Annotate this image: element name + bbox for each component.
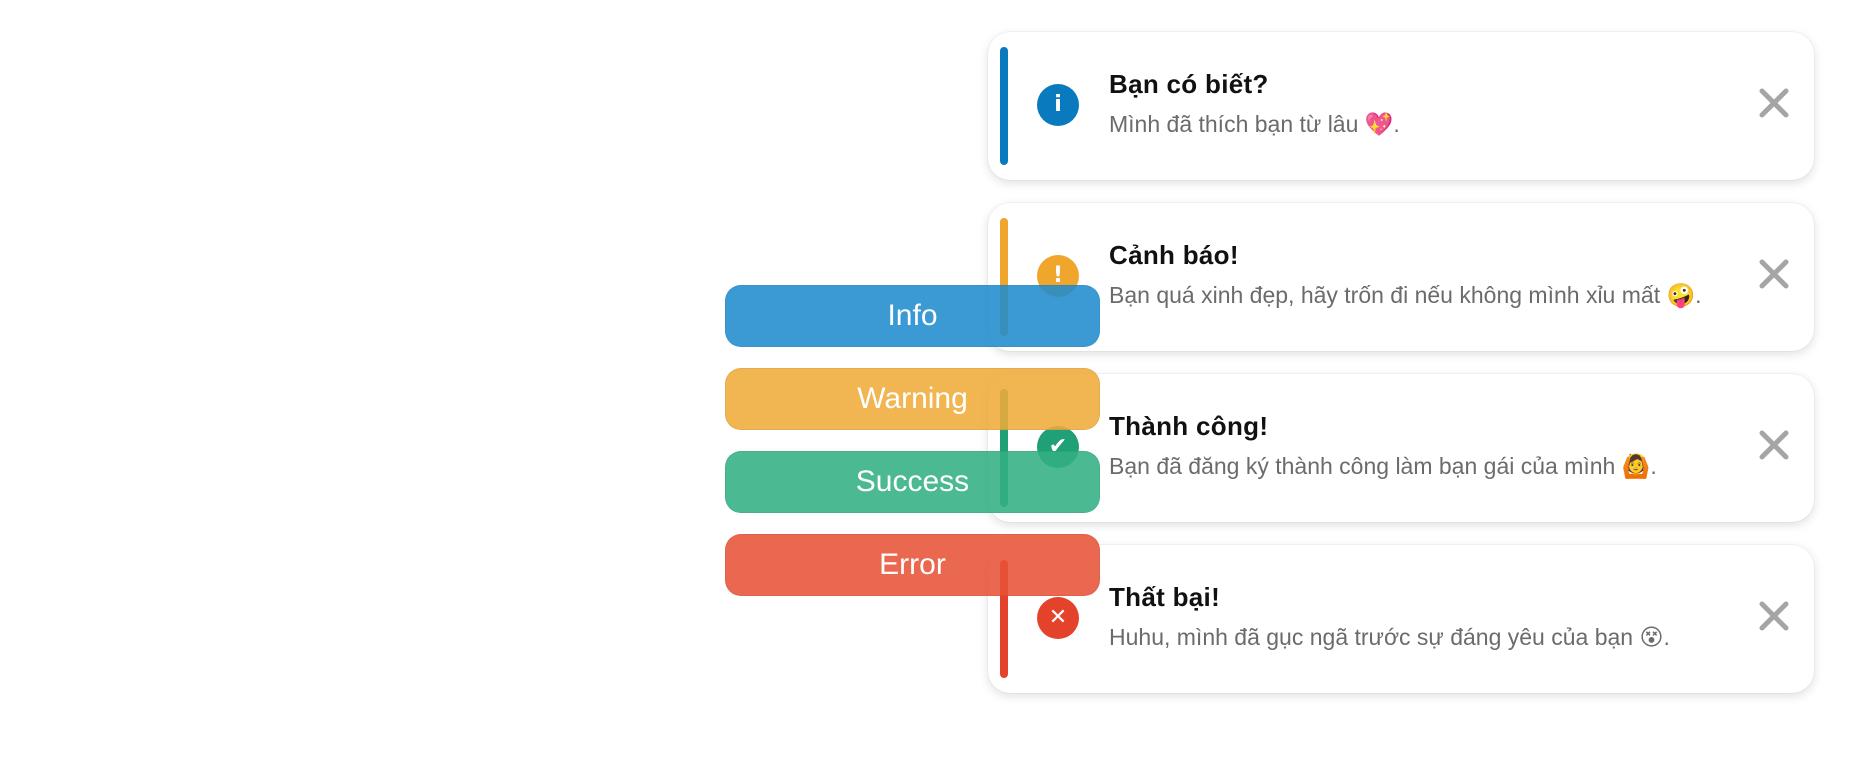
toast-title: Bạn có biết?	[1109, 69, 1269, 99]
toast-body: Cảnh báo! Bạn quá xinh đẹp, hãy trốn đi …	[1109, 239, 1704, 310]
toast-message-text: Huhu, mình đã gục ngã trước sự đáng yêu …	[1109, 624, 1634, 650]
toast-message-text: Bạn quá xinh đẹp, hãy trốn đi nếu không …	[1109, 282, 1661, 308]
toast-warning: ! Cảnh báo! Bạn quá xinh đẹp, hãy trốn đ…	[988, 203, 1814, 351]
toast-title: Cảnh báo!	[1109, 240, 1239, 270]
toast-message-suffix: .	[1695, 282, 1702, 308]
toast-success: ✔ Thành công! Bạn đã đăng ký thành công …	[988, 374, 1814, 522]
page: i Bạn có biết? Mình đã thích bạn từ lâu …	[0, 0, 1851, 767]
toast-body: Thành công! Bạn đã đăng ký thành công là…	[1109, 410, 1704, 481]
dizzy-face-emoji: 😵	[1639, 625, 1664, 651]
toast-accent-bar	[1000, 47, 1008, 165]
toast-message: Bạn đã đăng ký thành công làm bạn gái củ…	[1109, 452, 1704, 481]
close-icon[interactable]	[1752, 423, 1796, 467]
close-icon[interactable]	[1752, 252, 1796, 296]
toast-message: Bạn quá xinh đẹp, hãy trốn đi nếu không …	[1109, 281, 1704, 310]
x-icon: ✕	[1037, 597, 1079, 639]
close-icon[interactable]	[1752, 81, 1796, 125]
toast-message-suffix: .	[1393, 111, 1400, 137]
toast-title: Thành công!	[1109, 411, 1269, 441]
person-gesturing-emoji: 🙆	[1621, 454, 1651, 480]
toast-error: ✕ Thất bại! Huhu, mình đã gục ngã trước …	[988, 545, 1814, 693]
toast-message: Mình đã thích bạn từ lâu 💖.	[1109, 110, 1704, 139]
info-button[interactable]: Info	[725, 285, 1100, 347]
toast-message-suffix: .	[1650, 453, 1657, 479]
close-icon[interactable]	[1752, 594, 1796, 638]
warning-button[interactable]: Warning	[725, 368, 1100, 430]
toast-message-text: Bạn đã đăng ký thành công làm bạn gái củ…	[1109, 453, 1616, 479]
info-icon: i	[1037, 84, 1079, 126]
success-button[interactable]: Success	[725, 451, 1100, 513]
heart-emoji: 💖	[1364, 112, 1394, 138]
toast-info: i Bạn có biết? Mình đã thích bạn từ lâu …	[988, 32, 1814, 180]
error-button[interactable]: Error	[725, 534, 1100, 596]
toast-message: Huhu, mình đã gục ngã trước sự đáng yêu …	[1109, 623, 1704, 652]
toast-body: Thất bại! Huhu, mình đã gục ngã trước sự…	[1109, 581, 1704, 652]
crazy-face-emoji: 🤪	[1666, 283, 1696, 309]
toast-body: Bạn có biết? Mình đã thích bạn từ lâu 💖.	[1109, 68, 1704, 139]
toast-title: Thất bại!	[1109, 582, 1221, 612]
toast-message-suffix: .	[1663, 624, 1670, 650]
toast-message-text: Mình đã thích bạn từ lâu	[1109, 111, 1359, 137]
